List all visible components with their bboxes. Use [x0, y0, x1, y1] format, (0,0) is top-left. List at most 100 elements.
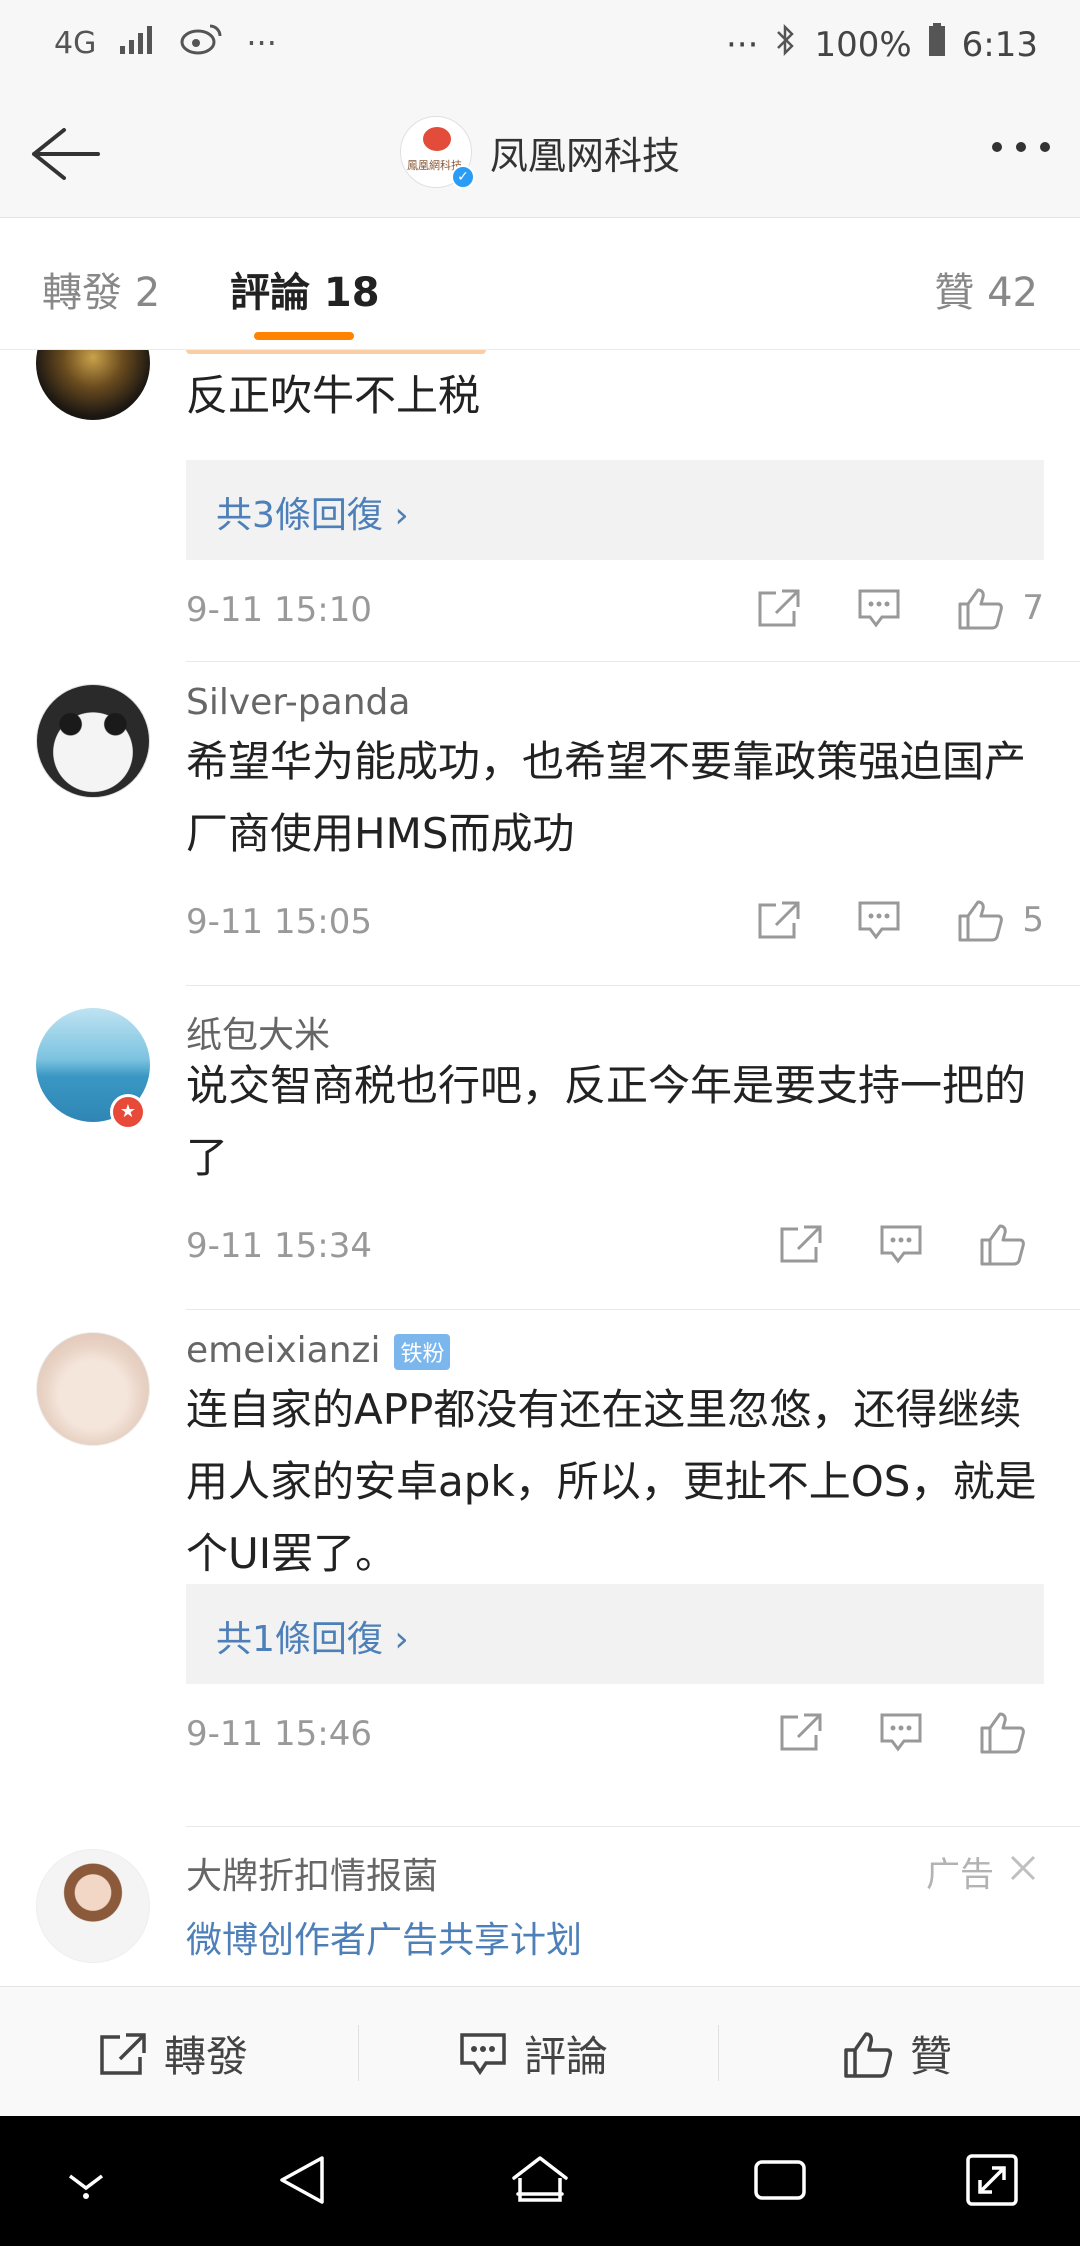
tab-reposts[interactable]: 轉發 2: [42, 260, 160, 318]
more-notifications: ···: [246, 24, 277, 62]
like-button[interactable]: [978, 1710, 1044, 1754]
dot-icon: [1016, 142, 1026, 152]
tab-bar: 轉發 2 評論 18 贊 42: [0, 218, 1080, 350]
like-count: 7: [1022, 588, 1044, 628]
comment-actions: 5: [756, 898, 1044, 942]
page-title: 凤凰网科技: [490, 133, 681, 178]
share-icon: [758, 589, 800, 627]
member-badge-icon: ★: [110, 1094, 146, 1130]
expand-nav-button[interactable]: [962, 2150, 1022, 2214]
share-button[interactable]: [778, 1223, 824, 1265]
avatar[interactable]: [36, 684, 150, 798]
comment-icon: [858, 589, 900, 628]
like-count: 5: [1022, 900, 1044, 940]
battery-level: 100%: [814, 24, 912, 65]
like-button[interactable]: [978, 1222, 1044, 1266]
share-button[interactable]: [756, 587, 802, 629]
share-button[interactable]: [756, 899, 802, 941]
reply-button[interactable]: [856, 899, 902, 941]
share-button[interactable]: [778, 1711, 824, 1753]
reply-button[interactable]: [878, 1223, 924, 1265]
comment-actions: [778, 1222, 1044, 1266]
ad-tag: 广告: [926, 1847, 1038, 1896]
avatar[interactable]: [36, 1332, 150, 1446]
thumbs-up-icon: [844, 2031, 893, 2078]
battery-icon: [928, 23, 946, 66]
username[interactable]: 大牌折扣情报菌: [186, 1847, 438, 1899]
comment-time: 9-11 15:05: [186, 902, 372, 942]
expand-icon: [966, 2154, 1018, 2206]
arrow-left-icon: [32, 128, 100, 180]
ifeng-logo-icon: [423, 127, 451, 151]
view-replies-button[interactable]: 共1條回復 ›: [186, 1584, 1044, 1684]
thumbs-up-icon: [980, 1224, 1025, 1266]
signal-icon: [118, 24, 158, 62]
bluetooth-icon: [774, 22, 798, 67]
repost-button[interactable]: 轉發: [98, 2023, 248, 2084]
bottom-action-bar: 轉發 評論 贊: [0, 1986, 1080, 2116]
like-button[interactable]: 7: [956, 586, 1044, 630]
username-cropped: [186, 350, 486, 354]
view-replies-button[interactable]: 共3條回復 ›: [186, 460, 1044, 560]
comment-icon: [460, 2032, 506, 2075]
like-label: 贊: [910, 2032, 953, 2081]
share-icon: [780, 1713, 822, 1751]
comment-icon: [880, 1713, 922, 1752]
verified-badge-icon: ✓: [451, 165, 475, 189]
comment-text: 希望华为能成功，也希望不要靠政策强迫国产厂商使用HMS而成功: [186, 737, 1027, 858]
like-button[interactable]: 5: [956, 898, 1044, 942]
account-info[interactable]: 鳳凰網科技 ✓ 凤凰网科技: [400, 116, 681, 189]
comment-time: 9-11 15:46: [186, 1714, 372, 1754]
close-ad-button[interactable]: [1008, 1852, 1038, 1892]
replies-label: 共3條回復 ›: [216, 495, 409, 536]
tab-likes[interactable]: 贊 42: [934, 260, 1038, 318]
ad-label: 广告: [926, 1855, 994, 1895]
repost-label: 轉發: [164, 2032, 249, 2081]
avatar[interactable]: [36, 350, 150, 420]
username[interactable]: emeixianzi 铁粉: [186, 1330, 451, 1371]
comment-button[interactable]: 評論: [458, 2023, 608, 2084]
reply-button[interactable]: [878, 1711, 924, 1753]
back-nav-button[interactable]: [274, 2150, 330, 2214]
ad-link[interactable]: 微博创作者广告共享计划: [186, 1911, 582, 1963]
status-left: 4G ···: [54, 22, 277, 64]
username[interactable]: Silver-panda: [186, 682, 410, 723]
comment-label: 評論: [524, 2032, 609, 2081]
hide-keyboard-button[interactable]: [62, 2164, 110, 2204]
back-button[interactable]: [24, 118, 104, 190]
status-right: ··· 100% 6:13: [726, 22, 1038, 67]
avatar[interactable]: [36, 1849, 150, 1963]
home-nav-button[interactable]: [508, 2150, 572, 2214]
separator: [718, 2025, 719, 2081]
clock: 6:13: [961, 24, 1038, 65]
account-avatar[interactable]: 鳳凰網科技 ✓: [400, 116, 475, 189]
share-icon: [780, 1225, 822, 1263]
reply-button[interactable]: [856, 587, 902, 629]
network-indicator: 4G: [54, 25, 97, 61]
comment-text: 反正吹牛不上税: [186, 371, 481, 420]
status-extra: ···: [726, 24, 759, 65]
status-bar: 4G ··· ··· 100% 6:13: [0, 0, 1080, 90]
tab-comments[interactable]: 評論 18: [230, 260, 380, 318]
share-icon: [100, 2032, 146, 2075]
comment-icon: [880, 1225, 922, 1264]
app-header: 鳳凰網科技 ✓ 凤凰网科技: [0, 90, 1080, 218]
thumbs-up-icon: [980, 1712, 1025, 1754]
replies-label: 共1條回復 ›: [216, 1619, 409, 1660]
comment-item: Silver-panda 希望华为能成功，也希望不要靠政策强迫国产厂商使用HMS…: [0, 662, 1080, 986]
close-icon: [1010, 1855, 1036, 1880]
separator: [358, 2025, 359, 2081]
recents-nav-button[interactable]: [750, 2150, 810, 2214]
recents-icon: [754, 2160, 806, 2200]
chevron-down-icon: [68, 2174, 104, 2199]
comment-item: emeixianzi 铁粉 连自家的APP都没有还在这里忽悠，还得继续用人家的安卓…: [0, 1310, 1080, 1830]
thumbs-up-icon: [958, 588, 1004, 630]
comment-text: 说交智商税也行吧，反正今年是要支持一把的了: [186, 1061, 1027, 1182]
fan-badge: 铁粉: [394, 1334, 451, 1370]
ad-item[interactable]: 大牌折扣情报菌 广告 微博创作者广告共享计划: [0, 1827, 1080, 1986]
more-options-button[interactable]: [992, 142, 1050, 152]
username-text: emeixianzi: [186, 1330, 381, 1371]
comment-list[interactable]: 反正吹牛不上税 共3條回復 › 9-11 15:10 7 Silver-pand…: [0, 350, 1080, 1986]
like-button[interactable]: 贊: [842, 2023, 952, 2084]
comment-time: 9-11 15:34: [186, 1226, 372, 1266]
